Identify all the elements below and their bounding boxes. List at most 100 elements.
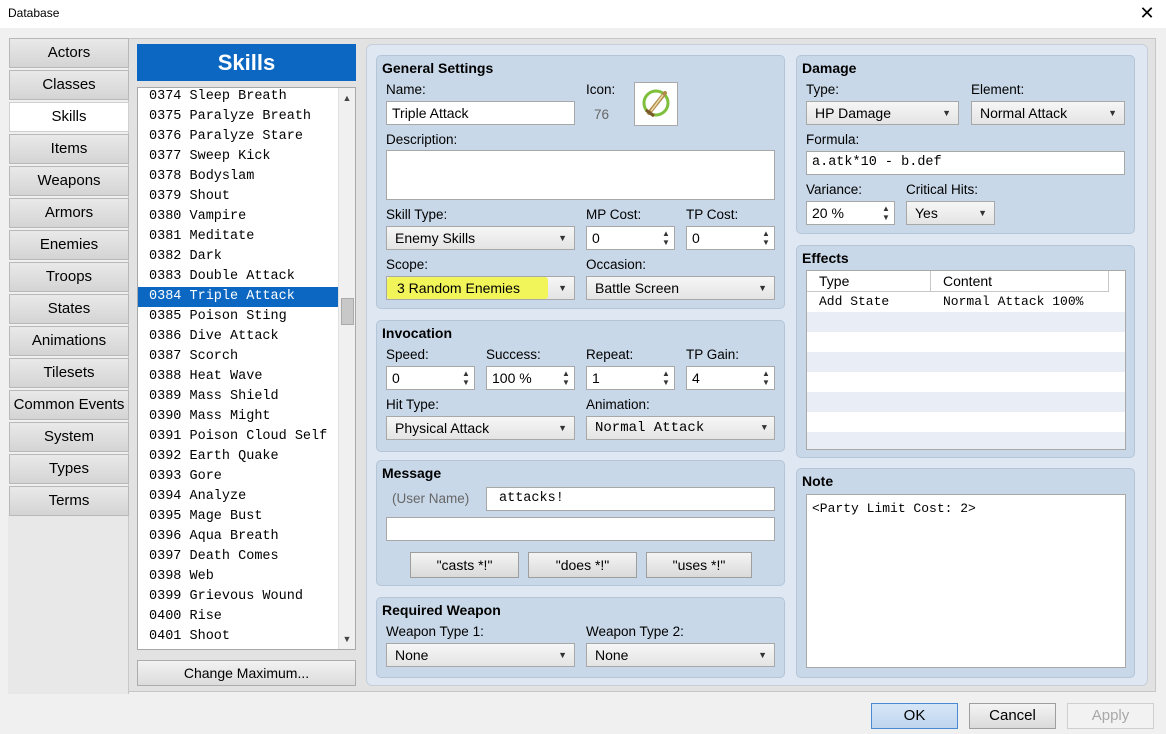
increment-icon[interactable]: ▲	[881, 204, 891, 213]
decrement-icon[interactable]: ▼	[461, 378, 471, 387]
table-row[interactable]	[807, 392, 1125, 412]
tab-common-events[interactable]: Common Events	[9, 390, 129, 420]
weapon-type1-select[interactable]: None ▼	[386, 643, 575, 667]
tab-animations[interactable]: Animations	[9, 326, 129, 356]
weapon-type2-select[interactable]: None ▼	[586, 643, 775, 667]
effects-col-content[interactable]: Content	[931, 271, 1109, 292]
list-item[interactable]: 0396 Aqua Breath	[138, 527, 340, 547]
decrement-icon[interactable]: ▼	[661, 378, 671, 387]
list-item[interactable]: 0374 Sleep Breath	[138, 88, 340, 107]
cancel-button[interactable]: Cancel	[969, 703, 1056, 729]
scope-select[interactable]: 3 Random Enemies ▼	[386, 276, 575, 300]
tab-states[interactable]: States	[9, 294, 129, 324]
list-item[interactable]: 0399 Grievous Wound	[138, 587, 340, 607]
list-item[interactable]: 0390 Mass Might	[138, 407, 340, 427]
list-item[interactable]: 0398 Web	[138, 567, 340, 587]
list-item[interactable]: 0383 Double Attack	[138, 267, 340, 287]
increment-icon[interactable]: ▲	[661, 369, 671, 378]
mp-cost-stepper[interactable]: 0 ▲ ▼	[586, 226, 675, 250]
tab-troops[interactable]: Troops	[9, 262, 129, 292]
effects-table[interactable]: Type Content Add State Normal Attack 100…	[806, 270, 1126, 450]
list-item[interactable]: 0395 Mage Bust	[138, 507, 340, 527]
list-item[interactable]: 0382 Dark	[138, 247, 340, 267]
success-stepper[interactable]: 100 % ▲ ▼	[486, 366, 575, 390]
increment-icon[interactable]: ▲	[661, 229, 671, 238]
list-item[interactable]: 0397 Death Comes	[138, 547, 340, 567]
list-item[interactable]: 0387 Scorch	[138, 347, 340, 367]
list-item[interactable]: 0380 Vampire	[138, 207, 340, 227]
list-item[interactable]: 0384 Triple Attack	[138, 287, 340, 307]
list-item[interactable]: 0381 Meditate	[138, 227, 340, 247]
tab-enemies[interactable]: Enemies	[9, 230, 129, 260]
list-scrollbar[interactable]: ▲ ▼	[338, 88, 355, 649]
list-item[interactable]: 0401 Shoot	[138, 627, 340, 647]
list-item[interactable]: 0388 Heat Wave	[138, 367, 340, 387]
skill-type-select[interactable]: Enemy Skills ▼	[386, 226, 575, 250]
tab-armors[interactable]: Armors	[9, 198, 129, 228]
tab-types[interactable]: Types	[9, 454, 129, 484]
decrement-icon[interactable]: ▼	[881, 213, 891, 222]
scroll-thumb[interactable]	[341, 298, 354, 325]
list-item[interactable]: 0393 Gore	[138, 467, 340, 487]
table-row[interactable]	[807, 432, 1125, 449]
decrement-icon[interactable]: ▼	[561, 378, 571, 387]
list-item[interactable]: 0400 Rise	[138, 607, 340, 627]
table-row[interactable]	[807, 312, 1125, 332]
list-item[interactable]: 0379 Shout	[138, 187, 340, 207]
variance-stepper[interactable]: 20 % ▲ ▼	[806, 201, 895, 225]
list-item[interactable]: 0385 Poison Sting	[138, 307, 340, 327]
critical-hits-select[interactable]: Yes ▼	[906, 201, 995, 225]
message-line2-field[interactable]	[386, 517, 775, 541]
tab-weapons[interactable]: Weapons	[9, 166, 129, 196]
increment-icon[interactable]: ▲	[761, 229, 771, 238]
list-item[interactable]: 0389 Mass Shield	[138, 387, 340, 407]
tab-skills[interactable]: Skills	[9, 102, 129, 132]
list-item[interactable]: 0376 Paralyze Stare	[138, 127, 340, 147]
note-field[interactable]: <Party Limit Cost: 2>	[806, 494, 1126, 668]
list-item[interactable]: 0375 Paralyze Breath	[138, 107, 340, 127]
decrement-icon[interactable]: ▼	[661, 238, 671, 247]
apply-button[interactable]: Apply	[1067, 703, 1154, 729]
skill-list[interactable]: 0374 Sleep Breath 0375 Paralyze Breath 037…	[137, 87, 356, 650]
name-field[interactable]: Triple Attack	[386, 101, 575, 125]
animation-select[interactable]: Normal Attack ▼	[586, 416, 775, 440]
table-row[interactable]	[807, 352, 1125, 372]
effects-col-type[interactable]: Type	[807, 271, 931, 292]
tp-gain-stepper[interactable]: 4 ▲ ▼	[686, 366, 775, 390]
element-select[interactable]: Normal Attack ▼	[971, 101, 1125, 125]
list-item[interactable]: 0391 Poison Cloud Self	[138, 427, 340, 447]
list-item[interactable]: 0378 Bodyslam	[138, 167, 340, 187]
tab-items[interactable]: Items	[9, 134, 129, 164]
decrement-icon[interactable]: ▼	[761, 378, 771, 387]
increment-icon[interactable]: ▲	[761, 369, 771, 378]
list-item[interactable]: 0377 Sweep Kick	[138, 147, 340, 167]
table-row[interactable]	[807, 412, 1125, 432]
description-field[interactable]	[386, 150, 775, 200]
list-item[interactable]: 0392 Earth Quake	[138, 447, 340, 467]
occasion-select[interactable]: Battle Screen ▼	[586, 276, 775, 300]
hit-type-select[interactable]: Physical Attack ▼	[386, 416, 575, 440]
decrement-icon[interactable]: ▼	[761, 238, 771, 247]
table-row[interactable]: Add State Normal Attack 100%	[807, 292, 1125, 312]
tp-cost-stepper[interactable]: 0 ▲ ▼	[686, 226, 775, 250]
does-button[interactable]: "does *!"	[528, 552, 637, 578]
list-item[interactable]: 0394 Analyze	[138, 487, 340, 507]
casts-button[interactable]: "casts *!"	[410, 552, 519, 578]
ok-button[interactable]: OK	[871, 703, 958, 729]
table-row[interactable]	[807, 332, 1125, 352]
tab-system[interactable]: System	[9, 422, 129, 452]
tab-tilesets[interactable]: Tilesets	[9, 358, 129, 388]
tab-terms[interactable]: Terms	[9, 486, 129, 516]
table-row[interactable]	[807, 372, 1125, 392]
skill-icon-picker[interactable]	[634, 82, 678, 126]
increment-icon[interactable]: ▲	[461, 369, 471, 378]
increment-icon[interactable]: ▲	[561, 369, 571, 378]
speed-stepper[interactable]: 0 ▲ ▼	[386, 366, 475, 390]
list-item[interactable]: 0386 Dive Attack	[138, 327, 340, 347]
formula-field[interactable]: a.atk*10 - b.def	[806, 151, 1125, 175]
message-line1-field[interactable]: attacks!	[486, 487, 775, 511]
tab-actors[interactable]: Actors	[9, 38, 129, 68]
damage-type-select[interactable]: HP Damage ▼	[806, 101, 959, 125]
close-icon[interactable]: ✕	[1136, 2, 1158, 24]
scroll-up-icon[interactable]: ▲	[339, 90, 355, 106]
